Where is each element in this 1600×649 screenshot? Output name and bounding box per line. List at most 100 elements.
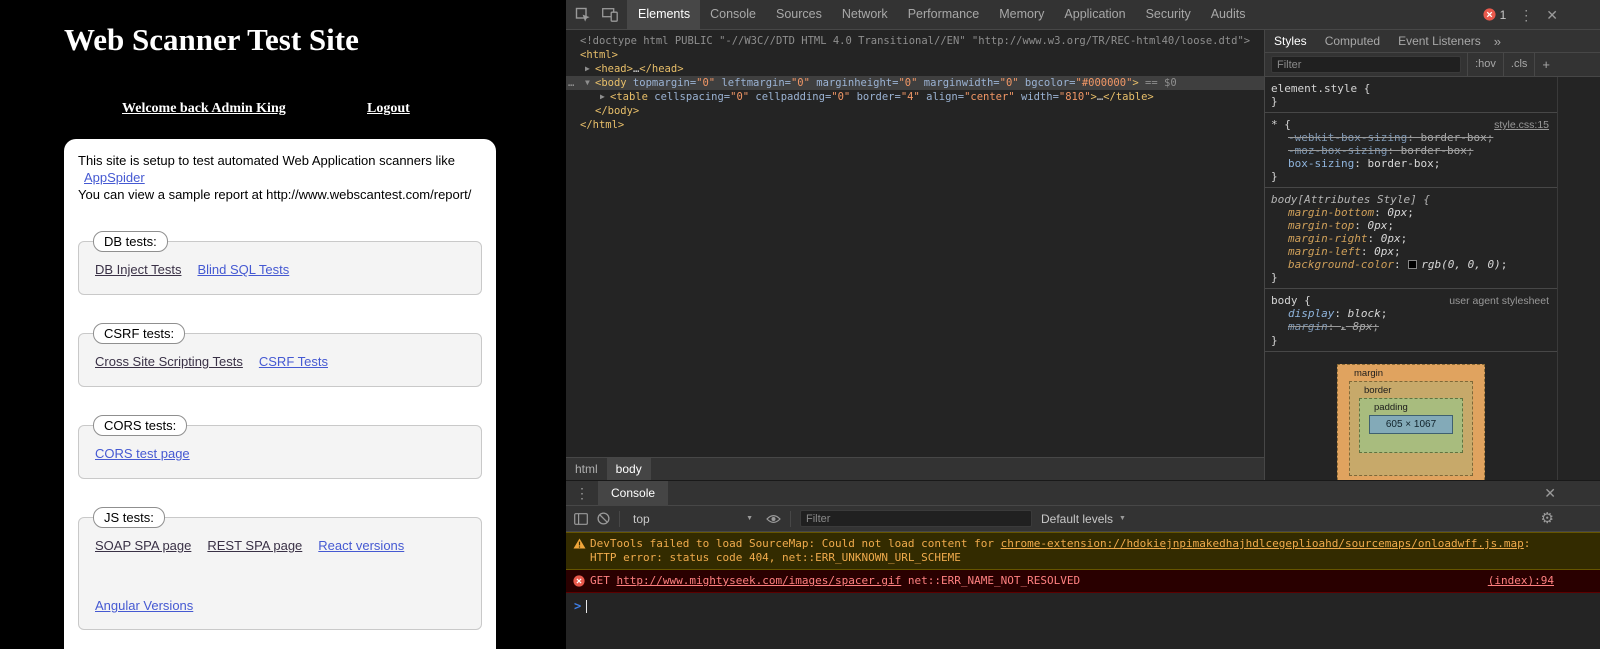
css-property[interactable]: -moz-box-sizing: border-box; [1271, 144, 1551, 157]
tab-sources[interactable]: Sources [766, 0, 832, 29]
box-model-content[interactable]: 605 × 1067 [1369, 415, 1453, 434]
dom-token: <table [610, 91, 648, 103]
message-link[interactable]: http://www.mightyseek.com/images/spacer.… [617, 574, 902, 587]
color-swatch[interactable] [1408, 260, 1417, 269]
overflow-tabs-icon[interactable]: » [1494, 34, 1501, 49]
message-source-link[interactable]: (index):94 [1488, 574, 1554, 588]
dom-token: "#000000" [1076, 77, 1133, 89]
expand-arrow-icon[interactable]: ▶ [585, 62, 595, 76]
tab-security[interactable]: Security [1136, 0, 1201, 29]
dom-tree-node[interactable]: …▼<body topmargin="0" leftmargin="0" mar… [566, 76, 1264, 90]
tab-performance[interactable]: Performance [898, 0, 990, 29]
element-classes-button[interactable]: .cls [1503, 53, 1535, 76]
css-property[interactable]: -webkit-box-sizing: border-box; [1271, 131, 1551, 144]
tab-application[interactable]: Application [1054, 0, 1135, 29]
stylesheet-link[interactable]: style.css:15 [1494, 119, 1549, 132]
new-style-rule-button[interactable]: + [1534, 53, 1557, 76]
console-drawer-tab[interactable]: Console [598, 481, 668, 506]
dom-tree-node[interactable]: </body> [566, 104, 1264, 118]
expand-arrow-icon[interactable]: ▶ [600, 90, 610, 104]
drawer-menu-icon[interactable]: ⋮ [566, 485, 598, 502]
css-property[interactable]: margin-top: 0px; [1271, 219, 1551, 232]
live-expression-eye-icon[interactable] [766, 514, 781, 524]
test-link[interactable]: REST SPA page [207, 537, 302, 555]
message-link[interactable]: chrome-extension://hdokiejnpimakedhajhdl… [1001, 537, 1524, 550]
box-model-padding[interactable]: padding 605 × 1067 [1359, 398, 1463, 453]
styles-tab-event-listeners[interactable]: Event Listeners [1389, 30, 1490, 52]
test-link[interactable]: DB Inject Tests [95, 261, 181, 279]
appspider-link[interactable]: AppSpider [84, 169, 145, 186]
close-devtools-icon[interactable]: ✕ [1546, 8, 1558, 22]
test-link[interactable]: CSRF Tests [259, 353, 328, 371]
dom-tree: <!doctype html PUBLIC "-//W3C//DTD HTML … [566, 30, 1264, 132]
test-link[interactable]: Angular Versions [95, 597, 193, 615]
tab-elements[interactable]: Elements [628, 0, 700, 29]
test-link[interactable]: Blind SQL Tests [197, 261, 289, 279]
test-link[interactable]: SOAP SPA page [95, 537, 191, 555]
test-link[interactable]: Cross Site Scripting Tests [95, 353, 243, 371]
tab-console[interactable]: Console [700, 0, 766, 29]
expand-shorthand-icon[interactable]: ▸ [1341, 323, 1346, 332]
breadcrumb-body[interactable]: body [607, 458, 651, 480]
tab-network[interactable]: Network [832, 0, 898, 29]
styles-tab-styles[interactable]: Styles [1265, 30, 1316, 52]
welcome-link[interactable]: Welcome back Admin King [122, 101, 286, 117]
tab-memory[interactable]: Memory [989, 0, 1054, 29]
dom-tree-node[interactable]: </html> [566, 118, 1264, 132]
css-property[interactable]: margin-bottom: 0px; [1271, 206, 1551, 219]
more-menu-icon[interactable]: ⋮ [1519, 8, 1533, 22]
toggle-element-state-button[interactable]: :hov [1467, 53, 1503, 76]
breadcrumb-html[interactable]: html [566, 458, 607, 480]
elements-panel: <!doctype html PUBLIC "-//W3C//DTD HTML … [566, 30, 1264, 480]
log-levels-dropdown[interactable]: Default levels ▼ [1041, 512, 1126, 526]
test-link[interactable]: CORS test page [95, 445, 190, 463]
css-property[interactable]: margin-right: 0px; [1271, 232, 1551, 245]
console-settings-gear-icon[interactable]: ⚙ [1541, 511, 1554, 526]
css-property[interactable]: display: block; [1271, 307, 1551, 320]
message-text: GET [590, 574, 617, 587]
dom-token: <html> [580, 49, 618, 61]
css-selector[interactable]: body[Attributes Style] { [1271, 193, 1551, 206]
logout-link[interactable]: Logout [367, 101, 410, 117]
fieldset-legend: CSRF tests: [93, 323, 185, 344]
dom-token: marginwidth= [917, 77, 999, 89]
tab-audits[interactable]: Audits [1201, 0, 1256, 29]
error-count: 1 [1500, 8, 1507, 22]
device-toolbar-icon[interactable] [602, 7, 618, 22]
dom-token: "0" [1000, 77, 1019, 89]
test-link[interactable]: React versions [318, 537, 404, 555]
css-property[interactable]: margin-left: 0px; [1271, 245, 1551, 258]
box-model-margin[interactable]: margin border padding 605 × 1067 [1337, 364, 1485, 480]
fieldset-jstests: JS tests:SOAP SPA pageREST SPA pageReact… [78, 517, 482, 630]
styles-filter-input[interactable] [1271, 56, 1461, 73]
dom-tree-node[interactable]: <!doctype html PUBLIC "-//W3C//DTD HTML … [566, 34, 1264, 48]
css-property[interactable]: background-color: rgb(0, 0, 0); [1271, 258, 1551, 271]
css-selector[interactable]: element.style { [1271, 82, 1551, 95]
error-badge[interactable]: 1 [1483, 8, 1507, 22]
close-drawer-icon[interactable]: ✕ [1544, 486, 1556, 500]
css-property[interactable]: box-sizing: border-box; [1271, 157, 1551, 170]
dom-tree-node[interactable]: ▶<table cellspacing="0" cellpadding="0" … [566, 90, 1264, 104]
dom-tree-node[interactable]: <html> [566, 48, 1264, 62]
dom-token: cellspacing= [648, 91, 730, 103]
devtools-tabbar: ElementsConsoleSourcesNetworkPerformance… [566, 0, 1600, 30]
dom-token: align= [920, 91, 964, 103]
node-overflow-dots[interactable]: … [568, 76, 574, 90]
box-model-border[interactable]: border padding 605 × 1067 [1349, 381, 1473, 476]
dom-token: border= [850, 91, 901, 103]
styles-tab-computed[interactable]: Computed [1316, 30, 1389, 52]
collapse-arrow-icon[interactable]: ▼ [585, 76, 595, 90]
console-filter-input[interactable] [800, 510, 1032, 527]
fieldset-links: Cross Site Scripting Tests CSRF Tests [95, 353, 465, 371]
inspect-element-icon[interactable] [575, 7, 591, 23]
devtools-main: <!doctype html PUBLIC "-//W3C//DTD HTML … [566, 30, 1600, 480]
dom-token: marginheight= [810, 77, 899, 89]
js-context-selector[interactable]: top ▼ [629, 512, 757, 526]
fieldset-links: CORS test page [95, 445, 465, 463]
dom-tree-node[interactable]: ▶<head>…</head> [566, 62, 1264, 76]
clear-console-icon[interactable] [597, 512, 610, 525]
console-prompt[interactable]: > [566, 593, 1600, 619]
console-sidebar-icon[interactable] [574, 513, 588, 525]
css-property[interactable]: margin: ▸ 8px; [1271, 320, 1551, 334]
console-message-error: GET http://www.mightyseek.com/images/spa… [566, 570, 1600, 593]
